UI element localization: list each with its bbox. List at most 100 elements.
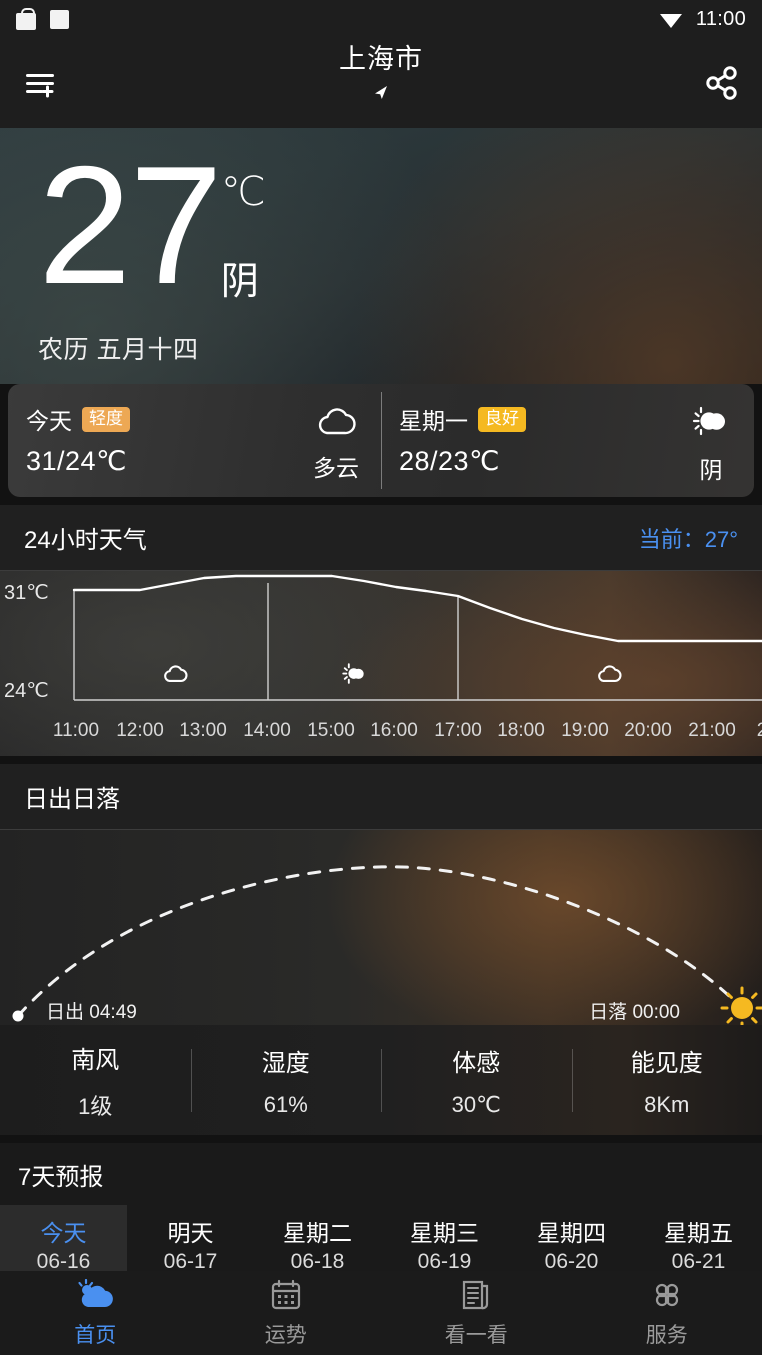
tab-news[interactable]: 看一看 [381, 1278, 572, 1349]
sunset-info: 日落 00:00 [589, 997, 680, 1024]
bottom-navigation: 首页 运势 看一看 服务 [0, 1271, 762, 1355]
stat-feels-like: 体感 30℃ [381, 1043, 572, 1118]
forecast-today-temp: 31/24℃ [26, 446, 127, 476]
chart-ytick-high: 31℃ [4, 582, 49, 604]
svg-text:17:00: 17:00 [434, 720, 482, 741]
chart-icon-sun-behind-cloud [342, 663, 364, 684]
forecast-today-condition: 多云 [313, 455, 359, 481]
tab-services-label: 服务 [645, 1323, 688, 1347]
svg-text:14:00: 14:00 [243, 720, 291, 741]
hourly-chart[interactable]: 31℃ 24℃ 11:00 12:00 13:00 14:00 15:00 16… [0, 571, 762, 756]
weather-app-screen: 11:00 上海市 27 ℃ 阴 农历 五月十四 今天 轻度 31/24℃ 多云… [0, 0, 762, 1355]
sun-path-dashed [16, 865, 747, 1018]
forecast-today-text: 今天 轻度 31/24℃ [26, 402, 130, 497]
weather-stats-row: 南风 1级 湿度 61% 体感 30℃ 能见度 8Km [0, 1025, 762, 1135]
location-arrow-icon [372, 84, 390, 107]
tab-home[interactable]: 首页 [0, 1278, 191, 1349]
forecast-today-day: 今天 [26, 408, 72, 434]
city-title-wrap: 上海市 [0, 42, 762, 107]
tab-fortune-label: 运势 [264, 1323, 307, 1347]
current-weather-hero: 27 ℃ 阴 农历 五月十四 [0, 128, 762, 384]
status-bar-left-icons [16, 8, 69, 30]
hourly-current-label: 当前： [638, 526, 705, 552]
svg-text:15:00: 15:00 [307, 720, 355, 741]
hourly-panel: 24小时天气 当前：27° 31℃ 24℃ 11:00 12:00 13:00 … [0, 505, 762, 756]
chart-icon-cloudy-1 [164, 665, 188, 683]
week-day-1-label: 明天 [167, 1220, 214, 1246]
wifi-icon [658, 9, 684, 29]
sunset-time: 00:00 [632, 1002, 680, 1023]
sun-title: 日出日落 [24, 786, 120, 813]
stat-humidity-value: 61% [263, 1091, 308, 1117]
calendar-icon [270, 1278, 302, 1312]
page-title: 上海市 [339, 44, 423, 74]
cloudy-icon [315, 404, 357, 441]
forecast-next-head: 星期一 良好 [399, 402, 526, 436]
hourly-chart-svg: 31℃ 24℃ 11:00 12:00 13:00 14:00 15:00 16… [4, 574, 762, 741]
forecast-today-icon-block: 多云 [313, 402, 359, 497]
status-bar-clock: 11:00 [695, 7, 746, 30]
svg-text:2: 2 [757, 720, 762, 741]
forecast-today-head: 今天 轻度 [26, 402, 130, 436]
hourly-header: 24小时天气 当前：27° [0, 505, 762, 571]
svg-text:19:00: 19:00 [561, 720, 609, 741]
week-header: 7天预报 [0, 1143, 762, 1205]
sunrise-time: 04:49 [89, 1002, 137, 1023]
tab-news-label: 看一看 [444, 1323, 508, 1347]
sunrise-info: 日出 04:49 [46, 997, 137, 1024]
sunrise-label: 日出 [46, 1002, 85, 1023]
share-icon[interactable] [700, 61, 744, 105]
weather-cloud-icon [75, 1278, 115, 1312]
hourly-current: 当前：27° [639, 522, 738, 554]
svg-text:12:00: 12:00 [116, 720, 164, 741]
svg-text:20:00: 20:00 [624, 720, 672, 741]
week-day-3-label: 星期三 [410, 1220, 479, 1246]
tab-fortune[interactable]: 运势 [191, 1278, 382, 1349]
week-day-4-label: 星期四 [537, 1220, 606, 1246]
stat-wind-label: 南风 [71, 1046, 120, 1074]
chart-ytick-low: 24℃ [4, 680, 49, 702]
temperature-side: ℃ 阴 [221, 150, 266, 302]
sun-header: 日出日落 [0, 764, 762, 830]
two-day-forecast-card[interactable]: 今天 轻度 31/24℃ 多云 星期一 良好 28/23℃ 阴 [8, 384, 754, 497]
stat-wind-value: 1级 [78, 1093, 113, 1119]
grid-apps-icon [651, 1278, 683, 1312]
svg-text:18:00: 18:00 [497, 720, 545, 741]
menu-add-icon[interactable] [18, 60, 64, 106]
stat-feels-like-value: 30℃ [451, 1091, 501, 1117]
chart-xticks: 11:00 12:00 13:00 14:00 15:00 16:00 17:0… [53, 720, 762, 741]
hourly-title: 24小时天气 [24, 527, 147, 554]
stat-visibility-value: 8Km [644, 1091, 690, 1117]
stat-visibility-label: 能见度 [630, 1049, 703, 1077]
forecast-today[interactable]: 今天 轻度 31/24℃ 多云 [8, 384, 381, 497]
forecast-next-day[interactable]: 星期一 良好 28/23℃ 阴 [381, 384, 754, 497]
svg-text:16:00: 16:00 [370, 720, 418, 741]
forecast-next-condition: 阴 [699, 457, 723, 483]
sun-panel: 日出日落 日出 04:49 日落 00:00 南风 1级 湿度 61% 体感 3… [0, 764, 762, 1135]
sun-behind-cloud-icon [690, 404, 732, 443]
svg-text:11:00: 11:00 [53, 720, 99, 741]
chart-temperature-line [72, 574, 762, 643]
stat-wind: 南风 1级 [0, 1040, 191, 1121]
status-bar: 11:00 [0, 0, 762, 38]
forecast-next-temp: 28/23℃ [399, 446, 500, 476]
week-day-5-label: 星期五 [664, 1220, 733, 1246]
stat-humidity: 湿度 61% [190, 1043, 382, 1118]
forecast-next-text: 星期一 良好 28/23℃ [399, 402, 526, 497]
week-day-0-label: 今天 [40, 1220, 87, 1246]
tab-services[interactable]: 服务 [572, 1278, 762, 1349]
svg-text:21:00: 21:00 [688, 720, 736, 741]
app-bar: 上海市 [0, 38, 762, 128]
news-icon [460, 1278, 492, 1312]
stat-visibility: 能见度 8Km [571, 1043, 762, 1118]
tab-home-label: 首页 [74, 1323, 117, 1347]
week-day-2-label: 星期二 [283, 1220, 352, 1246]
svg-text:13:00: 13:00 [179, 720, 227, 741]
current-temperature-block: 27 ℃ 阴 [38, 141, 266, 309]
forecast-next-day-label: 星期一 [399, 408, 468, 434]
current-condition: 阴 [220, 261, 259, 303]
forecast-next-icon-block: 阴 [690, 402, 732, 497]
chart-icon-cloudy-2 [598, 665, 622, 683]
aqi-badge-today: 轻度 [82, 406, 130, 432]
sun-arc-svg [12, 865, 762, 1025]
